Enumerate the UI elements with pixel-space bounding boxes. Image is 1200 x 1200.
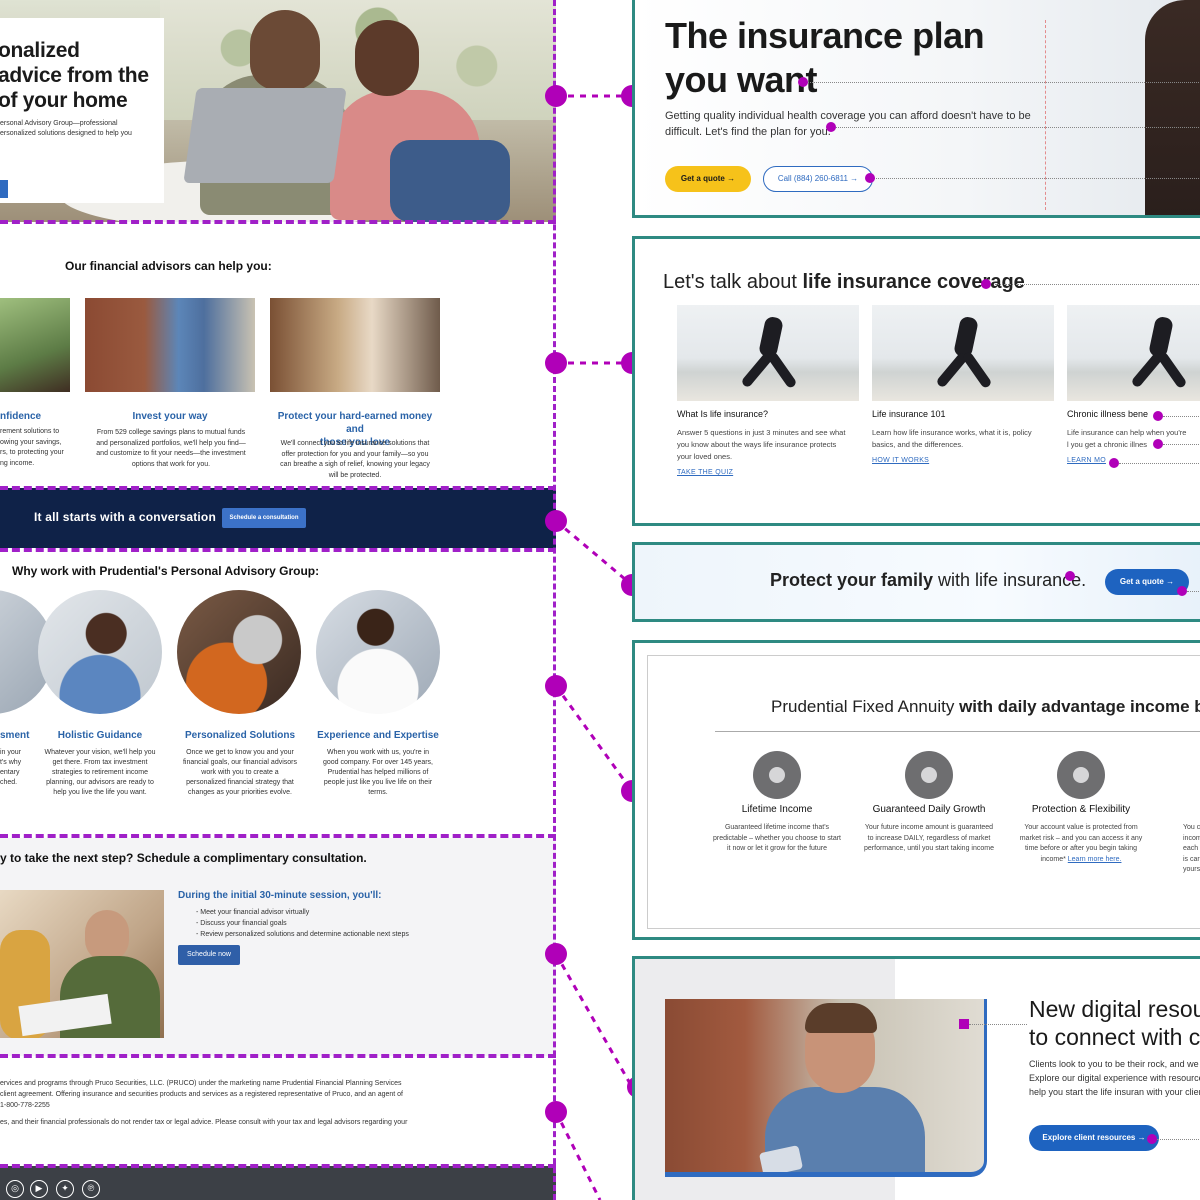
annotation-line [873, 178, 1200, 179]
annotation-line [1163, 444, 1200, 445]
card-3-title: Chronic illness bene [1067, 409, 1149, 419]
feature-4-text: You c income a each yea is carried yours… [1183, 824, 1200, 873]
insurance-plan-title: The insurance plan you want [665, 15, 985, 100]
annotation-line [969, 1024, 1027, 1025]
daily-growth-icon [905, 751, 953, 799]
take-quiz-link[interactable]: TAKE THE QUIZ [677, 469, 733, 476]
explore-client-resources-button[interactable]: Explore client resources → [1029, 1125, 1159, 1151]
feature-2-text: Your future income amount is guaranteed … [864, 824, 994, 852]
card-image-runner [1067, 305, 1200, 401]
digital-resources-title: New digital resou to connect with c [1029, 996, 1200, 1050]
annuity-title-bold: with daily advantage income be [959, 697, 1200, 716]
runner-leg [766, 350, 798, 390]
hero-woman-photo [1145, 0, 1200, 215]
feature-2-title: Guaranteed Daily Growth [872, 804, 986, 815]
annotation-line [995, 284, 1200, 285]
lifetime-income-icon [753, 751, 801, 799]
connector-dot [545, 943, 567, 965]
get-quote-button[interactable]: Get a quote → [665, 166, 751, 192]
protection-icon [1057, 751, 1105, 799]
fixed-annuity-panel: Prudential Fixed Annuity with daily adva… [632, 640, 1200, 940]
annuity-divider [715, 731, 1200, 732]
life-coverage-title: Let's talk about life insurance coverage [663, 271, 1025, 294]
insurance-plan-hero-panel: The insurance plan you want Getting qual… [632, 0, 1200, 218]
annotation-line [1119, 463, 1200, 464]
protect-family-text: Protect your family with life insurance. [770, 570, 1086, 591]
man-with-phone-photo [665, 999, 987, 1177]
man-hair [805, 1003, 877, 1033]
annotation-line [1163, 416, 1200, 417]
insurance-plan-subtitle: Getting quality individual health covera… [665, 110, 1031, 138]
protect-family-panel: Protect your family with life insurance.… [632, 542, 1200, 622]
runner-leg [961, 350, 993, 390]
runner-leg [1156, 350, 1188, 390]
annotation-dot [798, 77, 808, 87]
annotation-dot [1065, 571, 1075, 581]
page: onalized advice from the of your home er… [0, 0, 1200, 1200]
annotation-dot [1153, 439, 1163, 449]
card-2-text: Learn how life insurance works, what it … [872, 428, 1032, 449]
annotation-dot [826, 122, 836, 132]
life-insurance-coverage-panel: Let's talk about life insurance coverage… [632, 236, 1200, 526]
card-2-title: Life insurance 101 [872, 409, 946, 419]
feature-3-text: Your account value is protected from mar… [1016, 823, 1146, 865]
annuity-title: Prudential Fixed Annuity with daily adva… [771, 697, 1200, 717]
connector-dot [545, 352, 567, 374]
annotation-dot [981, 279, 991, 289]
annotation-marker [959, 1019, 969, 1029]
card-3-text: Life insurance can help when you're l yo… [1067, 428, 1187, 449]
call-phone-button[interactable]: Call (884) 260-6811 → [763, 166, 873, 192]
learn-more-here-link[interactable]: Learn more here. [1068, 856, 1122, 863]
how-it-works-link[interactable]: HOW IT WORKS [872, 457, 929, 464]
annotation-line [1187, 591, 1200, 592]
card-image-runner [872, 305, 1054, 401]
connector-dot [545, 1101, 567, 1123]
life-coverage-title-light: Let's talk about [663, 271, 803, 293]
annuity-title-light: Prudential Fixed Annuity [771, 697, 960, 716]
annotation-dot [1109, 458, 1119, 468]
feature-1-title: Lifetime Income [741, 804, 813, 815]
guide-line [1045, 20, 1046, 210]
connector-dot [545, 85, 567, 107]
card-1-text: Answer 5 questions in just 3 minutes and… [677, 428, 846, 461]
protect-family-light: with life insurance. [933, 570, 1087, 590]
learn-more-link[interactable]: LEARN MO [1067, 457, 1106, 464]
protect-family-bold: Protect your family [770, 570, 934, 590]
annotation-dot [1147, 1134, 1157, 1144]
feature-3-title: Protection & Flexibility [1031, 804, 1131, 815]
feature-1-text: Guaranteed lifetime income that's predic… [712, 824, 842, 852]
digital-resources-panel: New digital resou to connect with c Clie… [632, 956, 1200, 1200]
digital-resources-text: Clients look to you to be their rock, an… [1029, 1059, 1200, 1097]
annotation-dot [1153, 411, 1163, 421]
card-1-title: What Is life insurance? [677, 409, 769, 419]
annotation-line [1157, 1139, 1200, 1140]
connector-dot [545, 675, 567, 697]
annotation-dot [1177, 586, 1187, 596]
annotation-dot [865, 173, 875, 183]
annotation-line [807, 82, 1200, 83]
annotation-line [831, 127, 1200, 128]
connector-dot [545, 510, 567, 532]
card-image-runner [677, 305, 859, 401]
life-coverage-title-bold: life insurance coverage [802, 271, 1025, 293]
